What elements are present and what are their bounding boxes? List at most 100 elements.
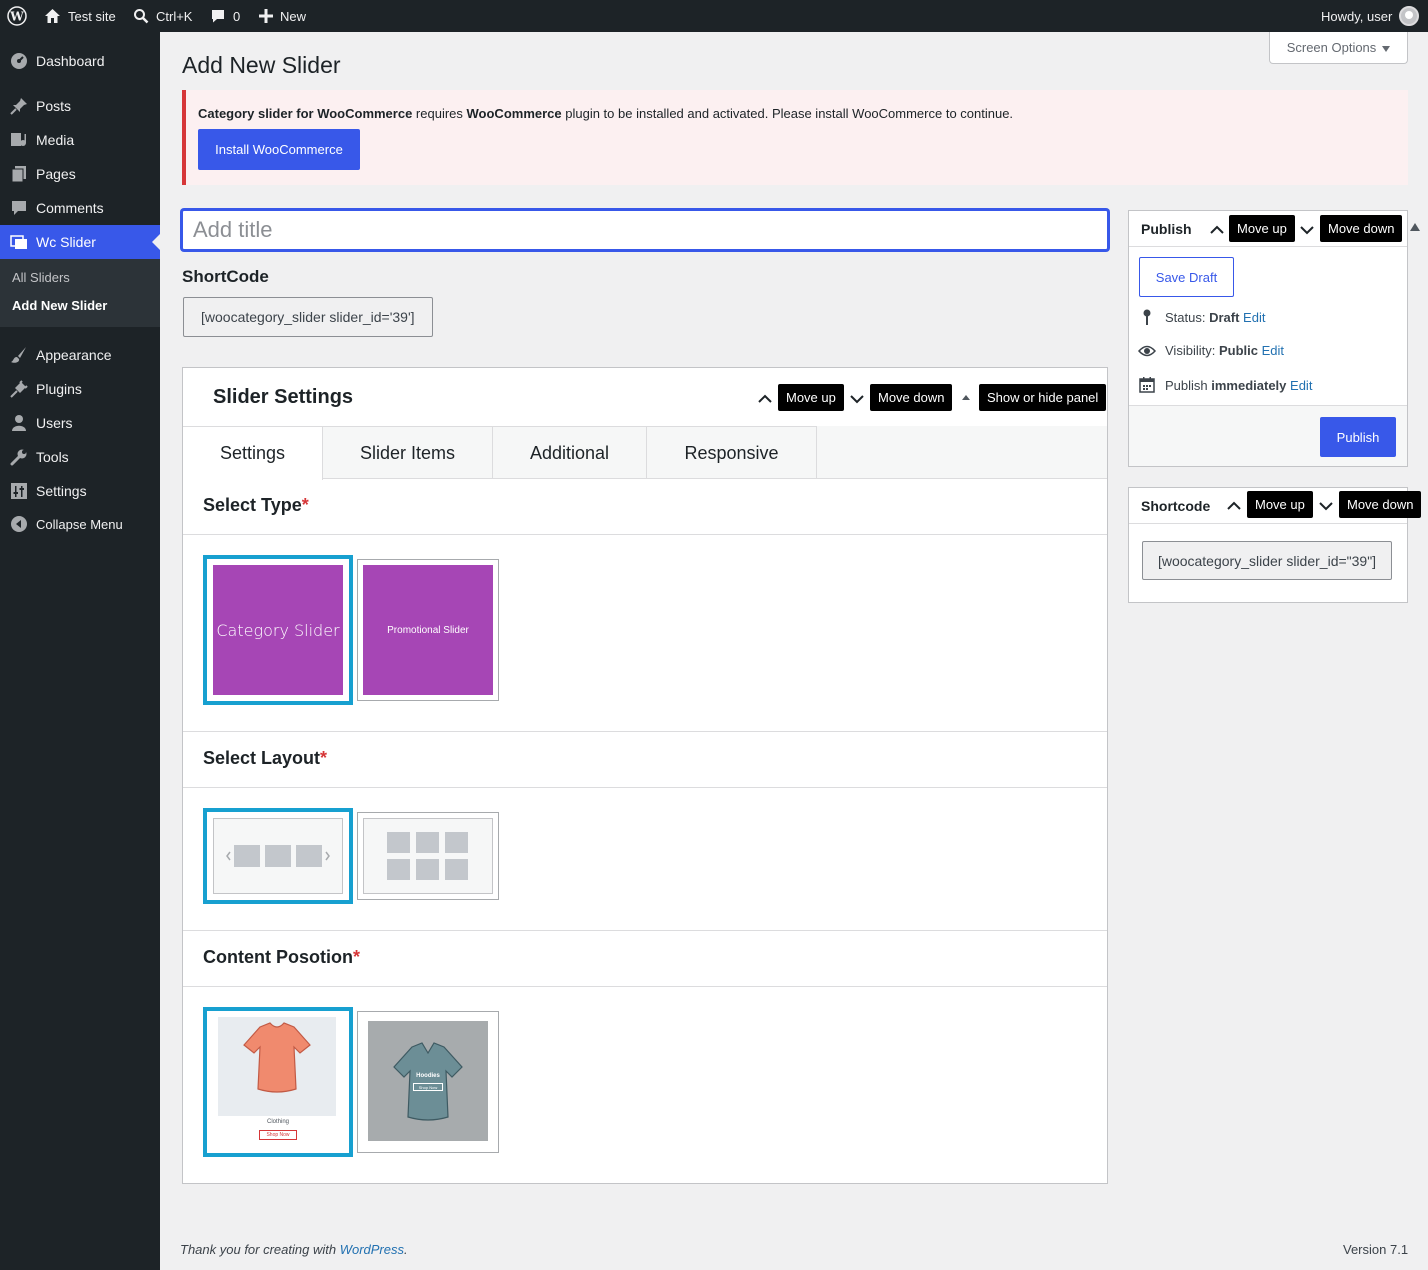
status-row: Status: Draft Edit bbox=[1137, 309, 1265, 325]
notice-plugin-name: Category slider for WooCommerce bbox=[198, 106, 413, 121]
sidebar-item-settings[interactable]: Settings bbox=[0, 474, 160, 508]
sidebar-item-label: Dashboard bbox=[36, 53, 105, 69]
footer-thanks-text: Thank you for creating with bbox=[180, 1242, 340, 1257]
user-icon bbox=[0, 414, 36, 432]
select-type-heading: Select Type* bbox=[203, 495, 309, 516]
sidebar-item-users[interactable]: Users bbox=[0, 406, 160, 440]
chevron-up-icon[interactable] bbox=[1226, 498, 1242, 514]
site-name: Test site bbox=[68, 8, 116, 24]
notice-rest: plugin to be installed and activated. Pl… bbox=[561, 106, 1014, 121]
sidebar-item-posts[interactable]: Posts bbox=[0, 89, 160, 123]
sidebar-item-label: Settings bbox=[36, 483, 87, 499]
polo-image bbox=[368, 1021, 488, 1141]
pin-icon bbox=[0, 97, 36, 115]
edit-visibility-link[interactable]: Edit bbox=[1262, 343, 1284, 358]
sidebar-item-label: Tools bbox=[36, 449, 69, 465]
promotional-slider-thumbnail: Promotional Slider bbox=[363, 565, 493, 695]
visibility-value: Public bbox=[1218, 343, 1258, 358]
sidebar-item-plugins[interactable]: Plugins bbox=[0, 372, 160, 406]
content-position-heading: Content Posotion* bbox=[203, 947, 360, 968]
publish-box: Publish Move up Move down Save Draft Sta… bbox=[1128, 210, 1408, 467]
home-icon bbox=[44, 8, 61, 24]
tshirt-image bbox=[218, 1017, 336, 1116]
new-label: New bbox=[280, 8, 307, 24]
move-up-tooltip: Move up bbox=[1247, 491, 1313, 518]
slides-icon bbox=[0, 233, 36, 251]
chevron-down-icon[interactable] bbox=[1299, 222, 1315, 238]
category-slider-thumbnail: Category Slider bbox=[213, 565, 343, 695]
content-option-overlay[interactable]: Hoodies Shop Now bbox=[357, 1011, 499, 1153]
select-type-label: Select Type bbox=[203, 495, 302, 515]
howdy-text: Howdy, user bbox=[1321, 8, 1393, 24]
sidebar-item-label: Users bbox=[36, 415, 73, 431]
admin-sidebar: Dashboard Posts Media Pages Comments Wc … bbox=[0, 32, 160, 1270]
divider bbox=[183, 787, 1107, 788]
tab-additional[interactable]: Additional bbox=[493, 426, 647, 479]
comment-icon bbox=[210, 8, 226, 24]
panel-title: Slider Settings bbox=[213, 386, 354, 408]
submenu-add-new-slider[interactable]: Add New Slider bbox=[12, 298, 107, 313]
sidebar-item-appearance[interactable]: Appearance bbox=[0, 338, 160, 372]
collapse-menu-button[interactable]: Collapse Menu bbox=[0, 507, 160, 541]
wordpress-logo-icon[interactable]: W bbox=[7, 0, 27, 32]
brush-icon bbox=[0, 346, 36, 364]
install-woocommerce-button[interactable]: Install WooCommerce bbox=[198, 129, 360, 170]
chevron-down-icon[interactable] bbox=[849, 391, 865, 407]
sidebar-item-label: Collapse Menu bbox=[36, 516, 123, 532]
new-content-link[interactable]: New bbox=[259, 0, 306, 32]
layout-option-grid[interactable] bbox=[357, 812, 499, 900]
type-option-category-slider[interactable]: Category Slider bbox=[203, 555, 353, 705]
sidebar-item-label: Wc Slider bbox=[36, 234, 96, 250]
chevron-down-icon[interactable] bbox=[1318, 498, 1334, 514]
title-input[interactable] bbox=[181, 209, 1109, 251]
type-option-promotional-slider[interactable]: Promotional Slider bbox=[357, 559, 499, 701]
tab-responsive[interactable]: Responsive bbox=[647, 426, 817, 479]
chevron-up-icon[interactable] bbox=[757, 391, 773, 407]
screen-options-label: Screen Options bbox=[1286, 40, 1377, 55]
scroll-up-arrow-icon[interactable] bbox=[1410, 223, 1420, 231]
edit-schedule-link[interactable]: Edit bbox=[1290, 378, 1312, 393]
sidebar-item-label: Media bbox=[36, 132, 75, 148]
chevron-up-icon[interactable] bbox=[1209, 222, 1225, 238]
sidebar-item-tools[interactable]: Tools bbox=[0, 440, 160, 474]
required-mark: * bbox=[301, 495, 309, 515]
content-option-below[interactable]: Clothing Shop Now bbox=[203, 1007, 353, 1157]
publish-label: Publish bbox=[1165, 377, 1212, 393]
tab-settings[interactable]: Settings bbox=[183, 426, 323, 480]
slider-settings-panel: Slider Settings Move up Move down Show o… bbox=[182, 367, 1108, 1184]
grid-layout-icon bbox=[363, 818, 493, 894]
media-icon bbox=[0, 131, 36, 149]
plug-icon bbox=[0, 380, 36, 398]
shortcode-box-title: Shortcode bbox=[1141, 498, 1211, 514]
submenu-all-sliders[interactable]: All Sliders bbox=[12, 270, 70, 285]
tab-slider-items[interactable]: Slider Items bbox=[323, 426, 493, 479]
toggle-triangle-icon[interactable] bbox=[960, 391, 972, 403]
divider bbox=[183, 534, 1107, 535]
required-mark: * bbox=[352, 947, 360, 967]
sidebar-item-comments[interactable]: Comments bbox=[0, 191, 160, 225]
eye-icon bbox=[1137, 345, 1157, 357]
my-account-link[interactable]: Howdy, user bbox=[1321, 0, 1420, 32]
site-name-link[interactable]: Test site bbox=[44, 0, 116, 32]
edit-status-link[interactable]: Edit bbox=[1243, 310, 1265, 325]
shortcode-box-field[interactable]: [woocategory_slider slider_id="39"] bbox=[1142, 541, 1392, 580]
divider bbox=[1129, 523, 1407, 524]
sidebar-item-dashboard[interactable]: Dashboard bbox=[0, 44, 160, 78]
screen-options-button[interactable]: Screen Options bbox=[1269, 32, 1408, 64]
comments-link[interactable]: 0 bbox=[210, 0, 240, 32]
sidebar-item-pages[interactable]: Pages bbox=[0, 157, 160, 191]
search-icon bbox=[133, 8, 149, 24]
publish-button[interactable]: Publish bbox=[1320, 417, 1396, 457]
tshirt-icon bbox=[243, 1022, 311, 1093]
sidebar-item-label: Plugins bbox=[36, 381, 82, 397]
sidebar-item-wc-slider[interactable]: Wc Slider bbox=[0, 225, 160, 259]
sidebar-item-media[interactable]: Media bbox=[0, 123, 160, 157]
schedule-row: Publish immediately Edit bbox=[1137, 377, 1312, 393]
save-draft-button[interactable]: Save Draft bbox=[1139, 257, 1234, 297]
layout-option-carousel[interactable] bbox=[203, 808, 353, 904]
wordpress-link[interactable]: WordPress bbox=[340, 1242, 404, 1257]
command-palette-button[interactable]: Ctrl+K bbox=[133, 0, 192, 32]
shortcode-field[interactable]: [woocategory_slider slider_id='39'] bbox=[183, 297, 433, 337]
collapse-icon bbox=[0, 515, 36, 533]
move-up-tooltip: Move up bbox=[778, 384, 844, 411]
